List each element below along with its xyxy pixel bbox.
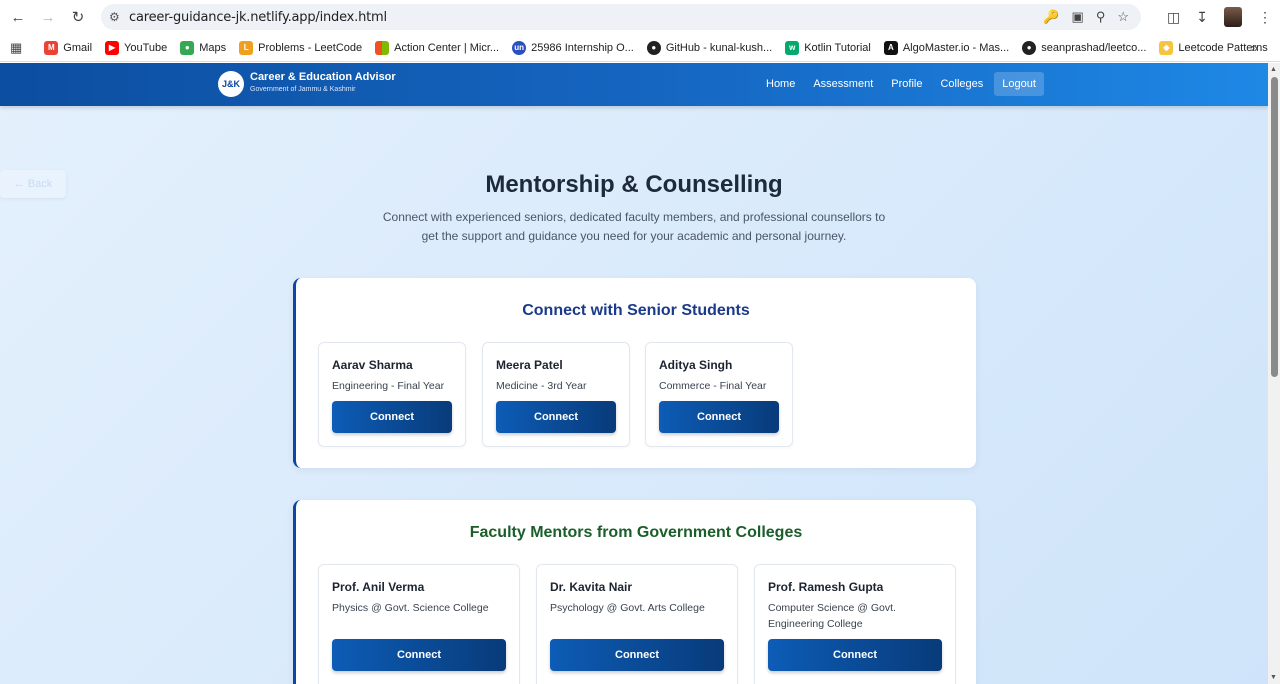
nav-colleges[interactable]: Colleges <box>933 73 990 95</box>
mentor-card: Prof. Ramesh Gupta Computer Science @ Go… <box>754 564 956 684</box>
mentor-card: Meera Patel Medicine - 3rd Year Connect <box>482 342 630 447</box>
page-description: Connect with experienced seniors, dedica… <box>382 210 886 243</box>
connect-button[interactable]: Connect <box>496 401 616 433</box>
mentor-name: Meera Patel <box>496 358 563 372</box>
bookmark-label: Problems - LeetCode <box>258 41 363 54</box>
bookmark-label: seanprashad/leetco... <box>1041 41 1147 54</box>
mentor-name: Aditya Singh <box>659 358 733 372</box>
page-scrollbar[interactable]: ▲ ▼ <box>1268 63 1280 684</box>
bookmark-internship[interactable]: un 25986 Internship O... <box>512 40 634 55</box>
unstop-icon: un <box>512 40 527 55</box>
microsoft-icon <box>375 40 390 55</box>
bookmark-algomaster[interactable]: A AlgoMaster.io - Mas... <box>883 40 1010 55</box>
connect-button[interactable]: Connect <box>332 401 452 433</box>
connect-button[interactable]: Connect <box>768 639 942 671</box>
connect-button[interactable]: Connect <box>550 639 724 671</box>
page-title: Mentorship & Counselling <box>485 171 783 198</box>
mentor-detail: Engineering - Final Year <box>332 380 445 392</box>
section-title: Faculty Mentors from Government Colleges <box>469 524 803 541</box>
nav-assessment[interactable]: Assessment <box>806 73 880 95</box>
nav-profile[interactable]: Profile <box>884 73 929 95</box>
mentor-detail: Psychology @ Govt. Arts College <box>550 602 705 614</box>
mentor-detail: Commerce - Final Year <box>659 380 767 392</box>
github-icon: ● <box>646 40 661 55</box>
mentor-name: Prof. Anil Verma <box>332 580 425 594</box>
scroll-up-icon[interactable]: ▲ <box>1270 66 1277 73</box>
algomaster-icon: A <box>883 40 898 55</box>
mentor-card: Prof. Anil Verma Physics @ Govt. Science… <box>318 564 520 684</box>
browser-toolbar: ← → ↻ ⚙ career-guidance-jk.netlify.app/i… <box>0 0 1280 34</box>
bookmark-github-kunal[interactable]: ● GitHub - kunal-kush... <box>646 40 773 55</box>
mentor-detail: Medicine - 3rd Year <box>496 380 587 392</box>
bookmark-maps[interactable]: ● Maps <box>180 40 227 55</box>
leetcode-icon: L <box>239 40 254 55</box>
bookmark-label: GitHub - kunal-kush... <box>665 41 773 54</box>
connect-button[interactable]: Connect <box>659 401 779 433</box>
brand-subtitle: Government of Jammu & Kashmir <box>250 86 356 93</box>
site-header: J&K Career & Education Advisor Governmen… <box>0 63 1268 106</box>
senior-students-section: Connect with Senior Students Aarav Sharm… <box>293 278 976 468</box>
site-info-icon[interactable]: ⚙ <box>109 10 129 24</box>
more-bookmarks-icon[interactable]: » <box>1251 40 1258 55</box>
bookmark-youtube[interactable]: ▶ YouTube <box>105 40 168 55</box>
bookmark-leetcode[interactable]: L Problems - LeetCode <box>239 40 363 55</box>
main-nav: Home Assessment Profile Colleges Logout <box>759 72 1048 96</box>
connect-button[interactable]: Connect <box>332 639 506 671</box>
mentor-detail: Physics @ Govt. Science College <box>332 602 489 614</box>
site-logo[interactable]: J&K <box>218 71 244 97</box>
bookmark-kotlin[interactable]: w Kotlin Tutorial <box>785 40 871 55</box>
mentor-name: Dr. Kavita Nair <box>550 580 633 594</box>
zoom-icon[interactable]: ⚲ <box>1096 9 1106 25</box>
mentor-name: Aarav Sharma <box>332 358 413 372</box>
faculty-mentors-section: Faculty Mentors from Government Colleges… <box>293 500 976 684</box>
bookmark-label: Kotlin Tutorial <box>804 41 871 54</box>
bookmark-gmail[interactable]: M Gmail <box>44 40 93 55</box>
back-arrow-icon[interactable]: ← <box>3 2 33 32</box>
bookmark-label: 25986 Internship O... <box>531 41 634 54</box>
bookmarks-bar: ▦ M Gmail ▶ YouTube ● Maps L Problems - Leet… <box>0 34 1280 62</box>
address-bar[interactable]: ⚙ career-guidance-jk.netlify.app/index.h… <box>101 4 1141 30</box>
bookmark-label: Action Center | Micr... <box>394 41 500 54</box>
menu-kebab-icon[interactable]: ⋮ <box>1258 9 1272 26</box>
youtube-icon: ▶ <box>105 40 120 55</box>
bookmark-star-icon[interactable]: ☆ <box>1117 9 1129 25</box>
mentor-card: Aditya Singh Commerce - Final Year Conne… <box>645 342 793 447</box>
bookmark-label: YouTube <box>124 41 168 54</box>
maps-icon: ● <box>180 40 195 55</box>
mentor-card: Dr. Kavita Nair Psychology @ Govt. Arts … <box>536 564 738 684</box>
nav-home[interactable]: Home <box>759 73 802 95</box>
mentor-card: Aarav Sharma Engineering - Final Year Co… <box>318 342 466 447</box>
bookmark-label: AlgoMaster.io - Mas... <box>902 41 1010 54</box>
bookmark-seanprashad[interactable]: ● seanprashad/leetco... <box>1022 40 1147 55</box>
leetcode-patterns-icon: ◆ <box>1159 40 1174 55</box>
download-icon[interactable]: ↧ <box>1196 9 1208 26</box>
install-app-icon[interactable]: ▣ <box>1072 9 1084 25</box>
bookmark-label: Gmail <box>63 41 93 54</box>
apps-grid-icon[interactable]: ▦ <box>10 40 22 56</box>
bookmark-label: Maps <box>199 41 227 54</box>
section-title: Connect with Senior Students <box>522 302 750 319</box>
page-viewport: J&K Career & Education Advisor Governmen… <box>0 63 1268 684</box>
url-text[interactable]: career-guidance-jk.netlify.app/index.htm… <box>129 10 387 25</box>
w3schools-icon: w <box>785 40 800 55</box>
github-icon: ● <box>1022 40 1037 55</box>
logout-button[interactable]: Logout <box>994 72 1044 96</box>
bookmark-action-center[interactable]: Action Center | Micr... <box>375 40 500 55</box>
profile-avatar[interactable] <box>1224 7 1242 27</box>
reload-icon[interactable]: ↻ <box>63 2 93 32</box>
extensions-icon[interactable]: ◫ <box>1167 9 1180 26</box>
mentor-name: Prof. Ramesh Gupta <box>768 580 884 594</box>
password-key-icon[interactable]: 🔑 <box>1043 9 1059 25</box>
scrollbar-thumb[interactable] <box>1271 77 1278 377</box>
mentor-detail: Computer Science @ Govt. Engineering Col… <box>768 602 896 630</box>
brand-title: Career & Education Advisor <box>250 71 396 83</box>
forward-arrow-icon[interactable]: → <box>33 2 63 32</box>
scroll-down-icon[interactable]: ▼ <box>1270 674 1277 681</box>
gmail-icon: M <box>44 40 59 55</box>
